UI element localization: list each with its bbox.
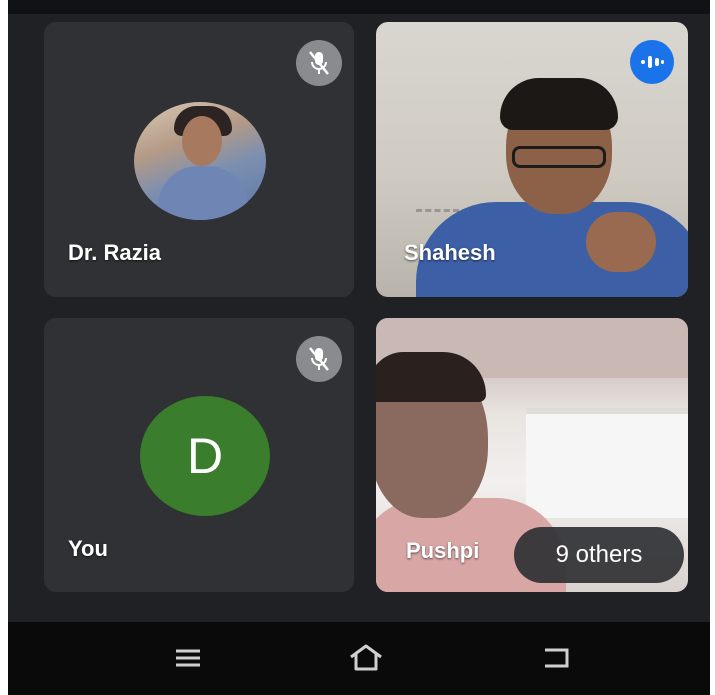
- status-bar: [8, 0, 710, 14]
- participant-name: Shahesh: [404, 240, 496, 265]
- video-person-hand: [586, 212, 656, 272]
- participant-name: Pushpi: [406, 538, 480, 563]
- mic-off-icon: [296, 40, 342, 86]
- home-icon[interactable]: [336, 636, 396, 680]
- audio-wave-icon: [630, 40, 674, 84]
- system-nav-bar: [8, 622, 710, 695]
- others-participants-chip[interactable]: 9 others: [514, 527, 684, 583]
- back-icon[interactable]: [526, 636, 586, 680]
- participant-avatar-photo: [134, 102, 266, 220]
- avatar-body: [158, 166, 248, 220]
- participant-tile-dr-razia[interactable]: Dr. Razia: [44, 22, 354, 297]
- participant-name: You: [68, 536, 108, 561]
- participant-tile-shahesh[interactable]: Shahesh: [376, 22, 688, 297]
- menu-icon[interactable]: [158, 636, 218, 680]
- video-window: [526, 408, 688, 518]
- mic-off-icon: [296, 336, 342, 382]
- avatar: D: [140, 396, 270, 516]
- participant-tile-you[interactable]: D You: [44, 318, 354, 592]
- participant-name: Dr. Razia: [68, 240, 161, 265]
- meet-call-screen: Dr. Razia Shahesh D You Pushpi 9 others: [8, 0, 710, 695]
- video-person-hair: [500, 78, 618, 130]
- video-person-glasses: [512, 146, 606, 168]
- avatar-face: [182, 116, 222, 166]
